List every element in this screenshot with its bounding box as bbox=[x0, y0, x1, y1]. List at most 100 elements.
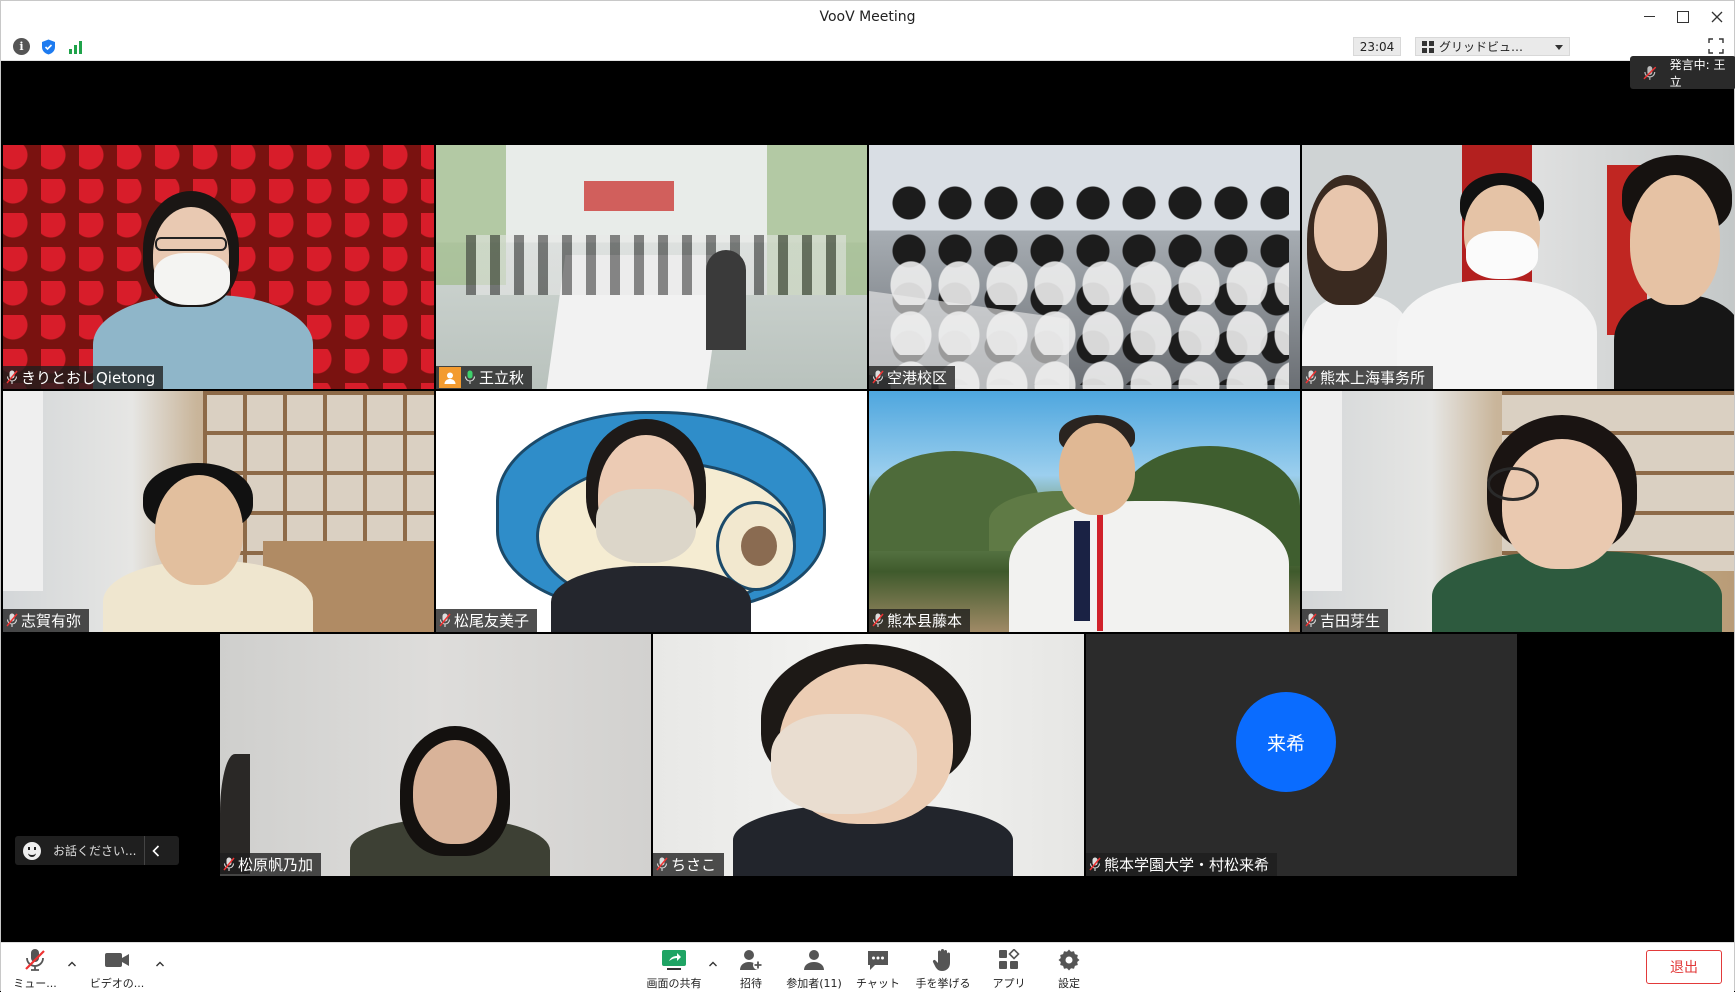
add-user-icon bbox=[738, 947, 764, 973]
video-button[interactable]: ビデオの... bbox=[87, 947, 147, 991]
info-icon[interactable]: i bbox=[13, 38, 30, 55]
muted-mic-icon bbox=[656, 857, 668, 871]
share-options-chevron-icon[interactable] bbox=[708, 959, 718, 969]
muted-mic-icon bbox=[22, 947, 48, 973]
close-button[interactable] bbox=[1700, 1, 1734, 32]
muted-mic-icon bbox=[6, 370, 18, 384]
video-tile[interactable]: 空港校区 bbox=[869, 145, 1300, 389]
participant-nametag: 王立秋 bbox=[436, 366, 533, 389]
invite-button[interactable]: 招待 bbox=[733, 947, 769, 991]
signal-icon[interactable] bbox=[67, 38, 84, 55]
video-tile[interactable]: ちさこ bbox=[653, 634, 1084, 876]
participant-name: 熊本县藤本 bbox=[887, 612, 963, 630]
host-icon bbox=[439, 367, 461, 388]
shield-icon[interactable] bbox=[40, 38, 57, 55]
close-icon bbox=[1711, 11, 1723, 22]
meeting-toolbar: ミュー... ビデオの... 画面の共有 招待 参加者(11) チャット 手を挙… bbox=[1, 942, 1734, 992]
share-screen-label: 画面の共有 bbox=[646, 977, 702, 990]
title-bar: VooV Meeting bbox=[1, 1, 1734, 32]
gear-icon bbox=[1056, 947, 1082, 973]
raise-hand-button[interactable]: 手を挙げる bbox=[913, 947, 973, 991]
video-tile[interactable]: 松原帆乃加 bbox=[220, 634, 651, 876]
mic-icon bbox=[464, 370, 476, 384]
mute-label: ミュー... bbox=[13, 977, 57, 990]
speaking-indicator: 発言中: 王立 bbox=[1630, 56, 1735, 89]
video-tile[interactable]: 熊本上海事务所 bbox=[1302, 145, 1734, 389]
muted-mic-icon bbox=[1089, 857, 1101, 871]
leave-meeting-button[interactable]: 退出 bbox=[1646, 950, 1722, 984]
invite-label: 招待 bbox=[740, 977, 762, 990]
grid-icon bbox=[1422, 40, 1434, 53]
video-tile-avatar[interactable]: 来希 熊本学園大学・村松来希 bbox=[1086, 634, 1517, 876]
participant-name: 空港校区 bbox=[887, 369, 948, 387]
settings-label: 設定 bbox=[1058, 977, 1080, 990]
chat-placeholder: お話ください... bbox=[53, 844, 137, 858]
camera-icon bbox=[104, 947, 130, 973]
participants-label: 参加者(11) bbox=[786, 977, 842, 990]
participant-name: きりとおしQietong bbox=[21, 369, 156, 387]
muted-mic-icon bbox=[223, 857, 235, 871]
video-tile[interactable]: きりとおしQietong bbox=[3, 145, 434, 389]
collapse-chat-button[interactable] bbox=[145, 844, 167, 857]
raise-hand-label: 手を挙げる bbox=[915, 977, 971, 990]
meeting-clock: 23:04 bbox=[1353, 37, 1401, 56]
muted-mic-icon bbox=[6, 613, 18, 627]
participant-nametag: 熊本学園大学・村松来希 bbox=[1086, 853, 1278, 876]
apps-button[interactable]: アプリ bbox=[991, 947, 1027, 991]
mute-button[interactable]: ミュー... bbox=[11, 947, 59, 991]
participant-nametag: 松原帆乃加 bbox=[220, 853, 322, 876]
apps-icon bbox=[996, 947, 1022, 973]
mute-options-chevron-icon[interactable] bbox=[67, 959, 77, 969]
participant-nametag: 熊本县藤本 bbox=[869, 609, 971, 632]
muted-mic-icon bbox=[872, 613, 884, 627]
share-screen-button[interactable]: 画面の共有 bbox=[643, 947, 705, 991]
fullscreen-icon[interactable] bbox=[1708, 38, 1724, 54]
participant-name: 王立秋 bbox=[479, 369, 525, 387]
participant-nametag: 熊本上海事务所 bbox=[1302, 366, 1434, 389]
window-title: VooV Meeting bbox=[819, 8, 916, 25]
chevron-left-icon bbox=[152, 844, 160, 857]
participant-name: 松原帆乃加 bbox=[238, 856, 314, 874]
participant-name: ちさこ bbox=[671, 856, 717, 874]
emoji-icon[interactable] bbox=[23, 841, 41, 860]
maximize-button[interactable] bbox=[1666, 1, 1700, 32]
muted-mic-icon bbox=[1305, 370, 1317, 384]
video-tile[interactable]: 熊本县藤本 bbox=[869, 391, 1300, 632]
video-tile[interactable]: 松尾友美子 bbox=[436, 391, 867, 632]
info-bar: i 23:04 グリッドビュ… bbox=[1, 32, 1734, 61]
participant-nametag: きりとおしQietong bbox=[3, 366, 164, 389]
minimize-button[interactable] bbox=[1632, 1, 1666, 32]
participant-nametag: 吉田芽生 bbox=[1302, 609, 1389, 632]
apps-label: アプリ bbox=[992, 977, 1026, 990]
meeting-window: VooV Meeting i 23:04 グリッドビュ… 発言中: 王立 きりと… bbox=[0, 0, 1735, 992]
participants-button[interactable]: 参加者(11) bbox=[783, 947, 845, 991]
muted-mic-icon bbox=[1643, 65, 1657, 80]
speaking-label: 発言中: 王立 bbox=[1669, 57, 1726, 89]
video-tile[interactable]: 吉田芽生 bbox=[1302, 391, 1734, 632]
settings-button[interactable]: 設定 bbox=[1051, 947, 1087, 991]
video-options-chevron-icon[interactable] bbox=[155, 959, 165, 969]
participant-name: 吉田芽生 bbox=[1320, 612, 1381, 630]
participant-name: 松尾友美子 bbox=[454, 612, 530, 630]
participant-name: 熊本学園大学・村松来希 bbox=[1104, 856, 1270, 874]
video-tile[interactable]: 志賀有弥 bbox=[3, 391, 434, 632]
quick-chat-input[interactable]: お話ください... bbox=[15, 836, 179, 865]
hand-icon bbox=[930, 947, 956, 973]
video-tile-active-speaker[interactable]: 王立秋 bbox=[436, 145, 867, 389]
chat-icon bbox=[865, 947, 891, 973]
participant-name: 熊本上海事务所 bbox=[1320, 369, 1426, 387]
participant-nametag: ちさこ bbox=[653, 853, 725, 876]
share-screen-icon bbox=[661, 947, 687, 973]
muted-mic-icon bbox=[1305, 613, 1317, 627]
chat-button[interactable]: チャット bbox=[853, 947, 903, 991]
muted-mic-icon bbox=[872, 370, 884, 384]
participant-nametag: 空港校区 bbox=[869, 366, 956, 389]
chat-label: チャット bbox=[856, 977, 900, 990]
muted-mic-icon bbox=[439, 613, 451, 627]
participant-nametag: 志賀有弥 bbox=[3, 609, 90, 632]
participant-name: 志賀有弥 bbox=[21, 612, 82, 630]
chevron-down-icon bbox=[1555, 45, 1563, 50]
participant-nametag: 松尾友美子 bbox=[436, 609, 538, 632]
view-mode-button[interactable]: グリッドビュ… bbox=[1415, 37, 1570, 56]
participants-icon bbox=[801, 947, 827, 973]
